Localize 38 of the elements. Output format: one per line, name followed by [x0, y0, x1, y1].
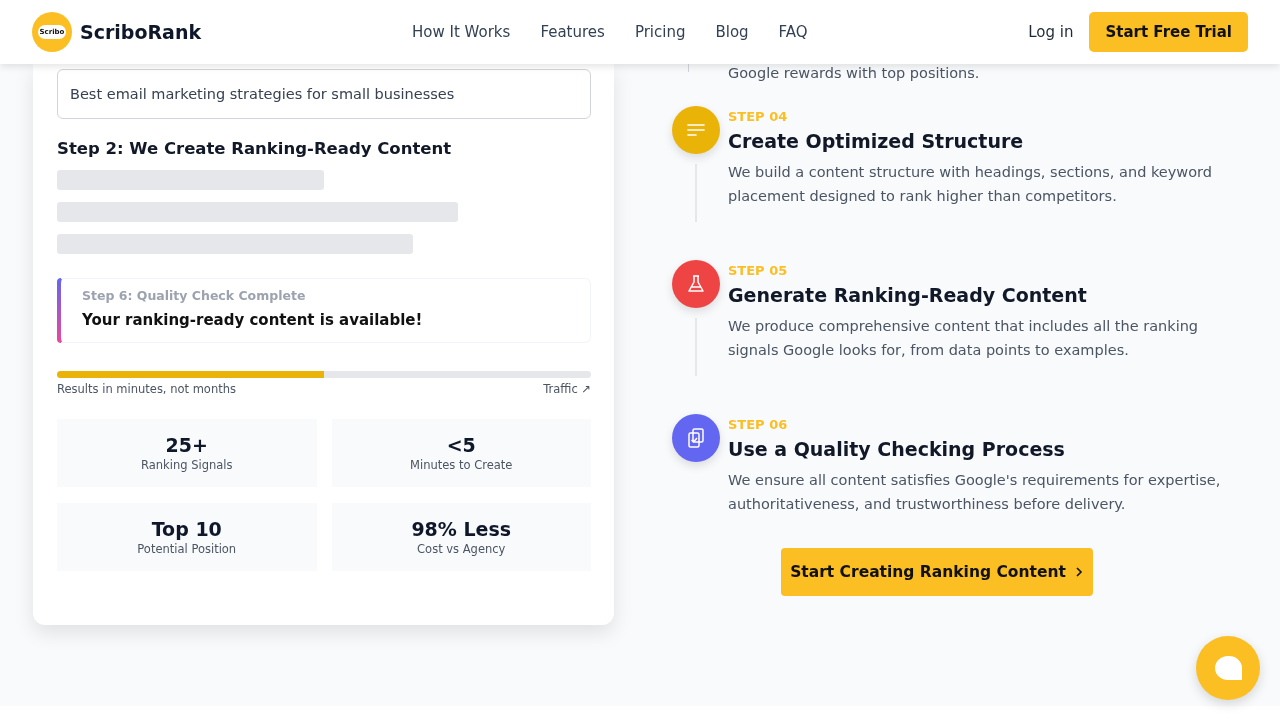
chat-bubble-icon [1213, 655, 1243, 681]
step-title: Generate Ranking-Ready Content [728, 284, 1088, 306]
step-number: STEP 04 [728, 109, 789, 124]
step-number: STEP 05 [728, 263, 789, 278]
brand-name[interactable]: ScriboRank [80, 21, 202, 43]
step-description: We produce comprehensive content that includes all the ranking signals Google looks for, from data points to examples. [728, 317, 1200, 360]
nav-link[interactable]: Pricing [634, 23, 686, 41]
progress-caption: Results in minutes, not months [57, 382, 236, 396]
stat-label: Ranking Signals [141, 458, 233, 472]
flask-icon [685, 273, 707, 295]
query-field[interactable]: Best email marketing strategies for small businesses [57, 69, 591, 119]
stat-value: Top 10 [151, 518, 222, 540]
step-title: Create Optimized Structure [728, 130, 1025, 152]
notice-label: Step 6: Quality Check Complete [82, 288, 307, 303]
chat-button[interactable] [1196, 636, 1260, 700]
step-description: We build a content structure with headings, sections, and keyword placement designed to rank higher than competitors. [728, 163, 1213, 206]
nav-link[interactable]: Features [540, 23, 605, 41]
start-trial-button[interactable]: Start Free Trial [1089, 12, 1248, 52]
progress-end-label: Traffic ↗ [543, 382, 591, 396]
step-description: We ensure all content satisfies Google's requirements for expertise, authoritativeness, and trustworthiness before delivery. [728, 471, 1222, 514]
stat-label: Cost vs Agency [417, 542, 506, 556]
nav-link[interactable]: How It Works [412, 23, 511, 41]
login-link[interactable]: Log in [1028, 23, 1074, 41]
notice-message: Your ranking-ready content is available! [82, 311, 424, 329]
step-heading: Step 2: We Create Ranking-Ready Content [57, 139, 453, 158]
chevron-right-icon [1073, 566, 1084, 578]
stat-value: <5 [446, 434, 476, 456]
stat-value: 25+ [165, 434, 208, 456]
stat-label: Minutes to Create [410, 458, 513, 472]
nav-link[interactable]: Blog [715, 23, 749, 41]
start-creating-button[interactable]: Start Creating Ranking Content [781, 548, 1093, 596]
step-number: STEP 06 [728, 417, 789, 432]
step-description: Google rewards with top positions. [728, 66, 980, 83]
stat-label: Potential Position [137, 542, 237, 556]
nav-link[interactable]: FAQ [778, 23, 808, 41]
clipboard-check-icon [685, 427, 707, 449]
stat-value: 98% Less [411, 518, 512, 540]
step-title: Use a Quality Checking Process [728, 438, 1066, 460]
